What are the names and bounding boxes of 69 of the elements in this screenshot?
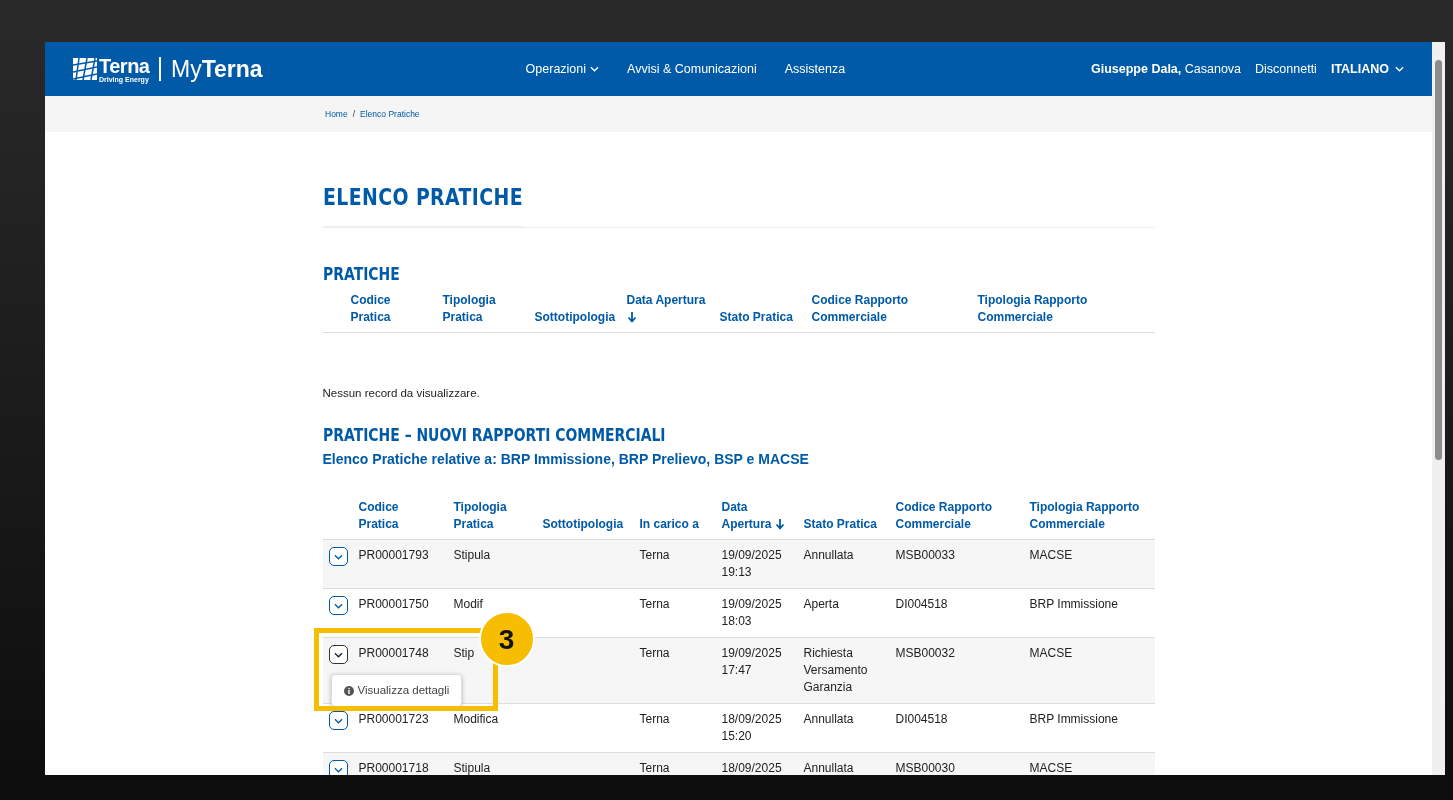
chevron-down-icon xyxy=(333,602,343,609)
breadcrumb-link[interactable]: Home xyxy=(325,109,348,119)
table-cell: MSB00033 xyxy=(895,539,1030,588)
nav-link[interactable]: Avvisi & Comunicazioni xyxy=(627,62,757,76)
table-cell: Annullata xyxy=(803,539,896,588)
table-cell: MACSE xyxy=(1029,637,1155,703)
column-header[interactable]: Stato Pratica xyxy=(719,309,812,332)
table-cell: PR00001718 xyxy=(358,752,454,775)
nav-link[interactable]: Operazioni xyxy=(525,62,600,76)
column-header[interactable]: Tipologia Pratica xyxy=(442,292,535,332)
table-cell: Terna xyxy=(639,752,722,775)
table-cell: MSB00030 xyxy=(895,752,1030,775)
nav-link[interactable]: Assistenza xyxy=(784,62,846,76)
sort-down-arrow-icon xyxy=(626,311,637,323)
language-selector[interactable]: ITALIANO xyxy=(1330,62,1404,76)
table-cell: MACSE xyxy=(1029,752,1155,775)
table-cell: 19/09/2025 17:47 xyxy=(721,637,804,703)
column-header[interactable]: Codice Rapporto Commerciale xyxy=(811,292,978,332)
table-cell: Annullata xyxy=(803,752,896,775)
section-title: PRATICHE xyxy=(322,264,400,284)
chevron-down-icon xyxy=(333,766,343,773)
logout-link[interactable]: Disconnetti xyxy=(1255,62,1317,76)
step-number-badge: 3 xyxy=(478,611,535,667)
expand-button[interactable] xyxy=(328,645,348,664)
breadcrumb-link[interactable]: Elenco Pratiche xyxy=(360,109,420,119)
table-cell: PR00001793 xyxy=(358,539,454,588)
chevron-down-icon xyxy=(333,717,343,724)
empty-message: Nessun record da visualizzare. xyxy=(322,387,481,399)
column-header[interactable]: In carico a xyxy=(639,516,722,539)
table-cell: Terna xyxy=(639,637,722,703)
expand-button[interactable] xyxy=(328,596,348,615)
table-cell: 19/09/2025 19:13 xyxy=(721,539,804,588)
table-cell: Stipula xyxy=(453,539,543,588)
table-cell: Richiesta Versamento Garanzia xyxy=(803,637,896,703)
table-cell: Terna xyxy=(639,539,722,588)
column-header[interactable]: Codice Rapporto Commerciale xyxy=(895,499,1030,539)
chevron-down-icon xyxy=(1395,66,1404,72)
sort-down-arrow-icon xyxy=(774,518,785,530)
section-title: PRATICHE – NUOVI RAPPORTI COMMERCIALI xyxy=(322,425,666,445)
chevron-down-icon xyxy=(590,66,600,72)
column-header[interactable]: Stato Pratica xyxy=(803,516,896,539)
logo-brand: Terna xyxy=(99,55,150,76)
column-header[interactable]: Tipologia Rapporto Commerciale xyxy=(977,292,1155,332)
expand-button[interactable] xyxy=(328,760,348,775)
column-header[interactable]: Data Apertura xyxy=(721,499,804,539)
column-header[interactable]: Data Apertura xyxy=(626,292,720,332)
table-cell: MACSE xyxy=(1029,539,1155,588)
section-subtitle: Elenco Pratiche relative a: BRP Immissione, BRP Prelievo, BSP e MACSE xyxy=(322,451,810,467)
table-cell: MSB00032 xyxy=(895,637,1030,703)
column-header[interactable]: Codice Pratica xyxy=(350,292,443,332)
logo-grid-icon xyxy=(73,58,97,80)
expand-button[interactable] xyxy=(328,711,348,730)
app-name: MyTerna xyxy=(171,55,263,83)
page-title: ELENCO PRATICHE xyxy=(322,184,523,227)
column-header[interactable]: Tipologia Pratica xyxy=(453,499,543,539)
scrollbar[interactable] xyxy=(1432,42,1445,775)
column-header[interactable]: Sottotipologia xyxy=(534,309,627,332)
user-name: Giuseppe Dala, Casanova xyxy=(1090,62,1242,76)
row-action-menu-item[interactable]: Visualizza dettagli xyxy=(330,674,463,707)
expand-button[interactable] xyxy=(328,547,348,566)
chevron-down-icon xyxy=(333,651,343,658)
table-cell: 18/09/2025 xyxy=(721,752,804,775)
chevron-down-icon xyxy=(333,553,343,560)
column-header[interactable]: Tipologia Rapporto Commerciale xyxy=(1029,499,1155,539)
info-icon xyxy=(343,685,354,696)
column-header[interactable]: Codice Pratica xyxy=(358,499,454,539)
breadcrumb-separator: / xyxy=(352,109,356,119)
table-cell: Stipula xyxy=(453,752,543,775)
column-header[interactable]: Sottotipologia xyxy=(542,516,640,539)
